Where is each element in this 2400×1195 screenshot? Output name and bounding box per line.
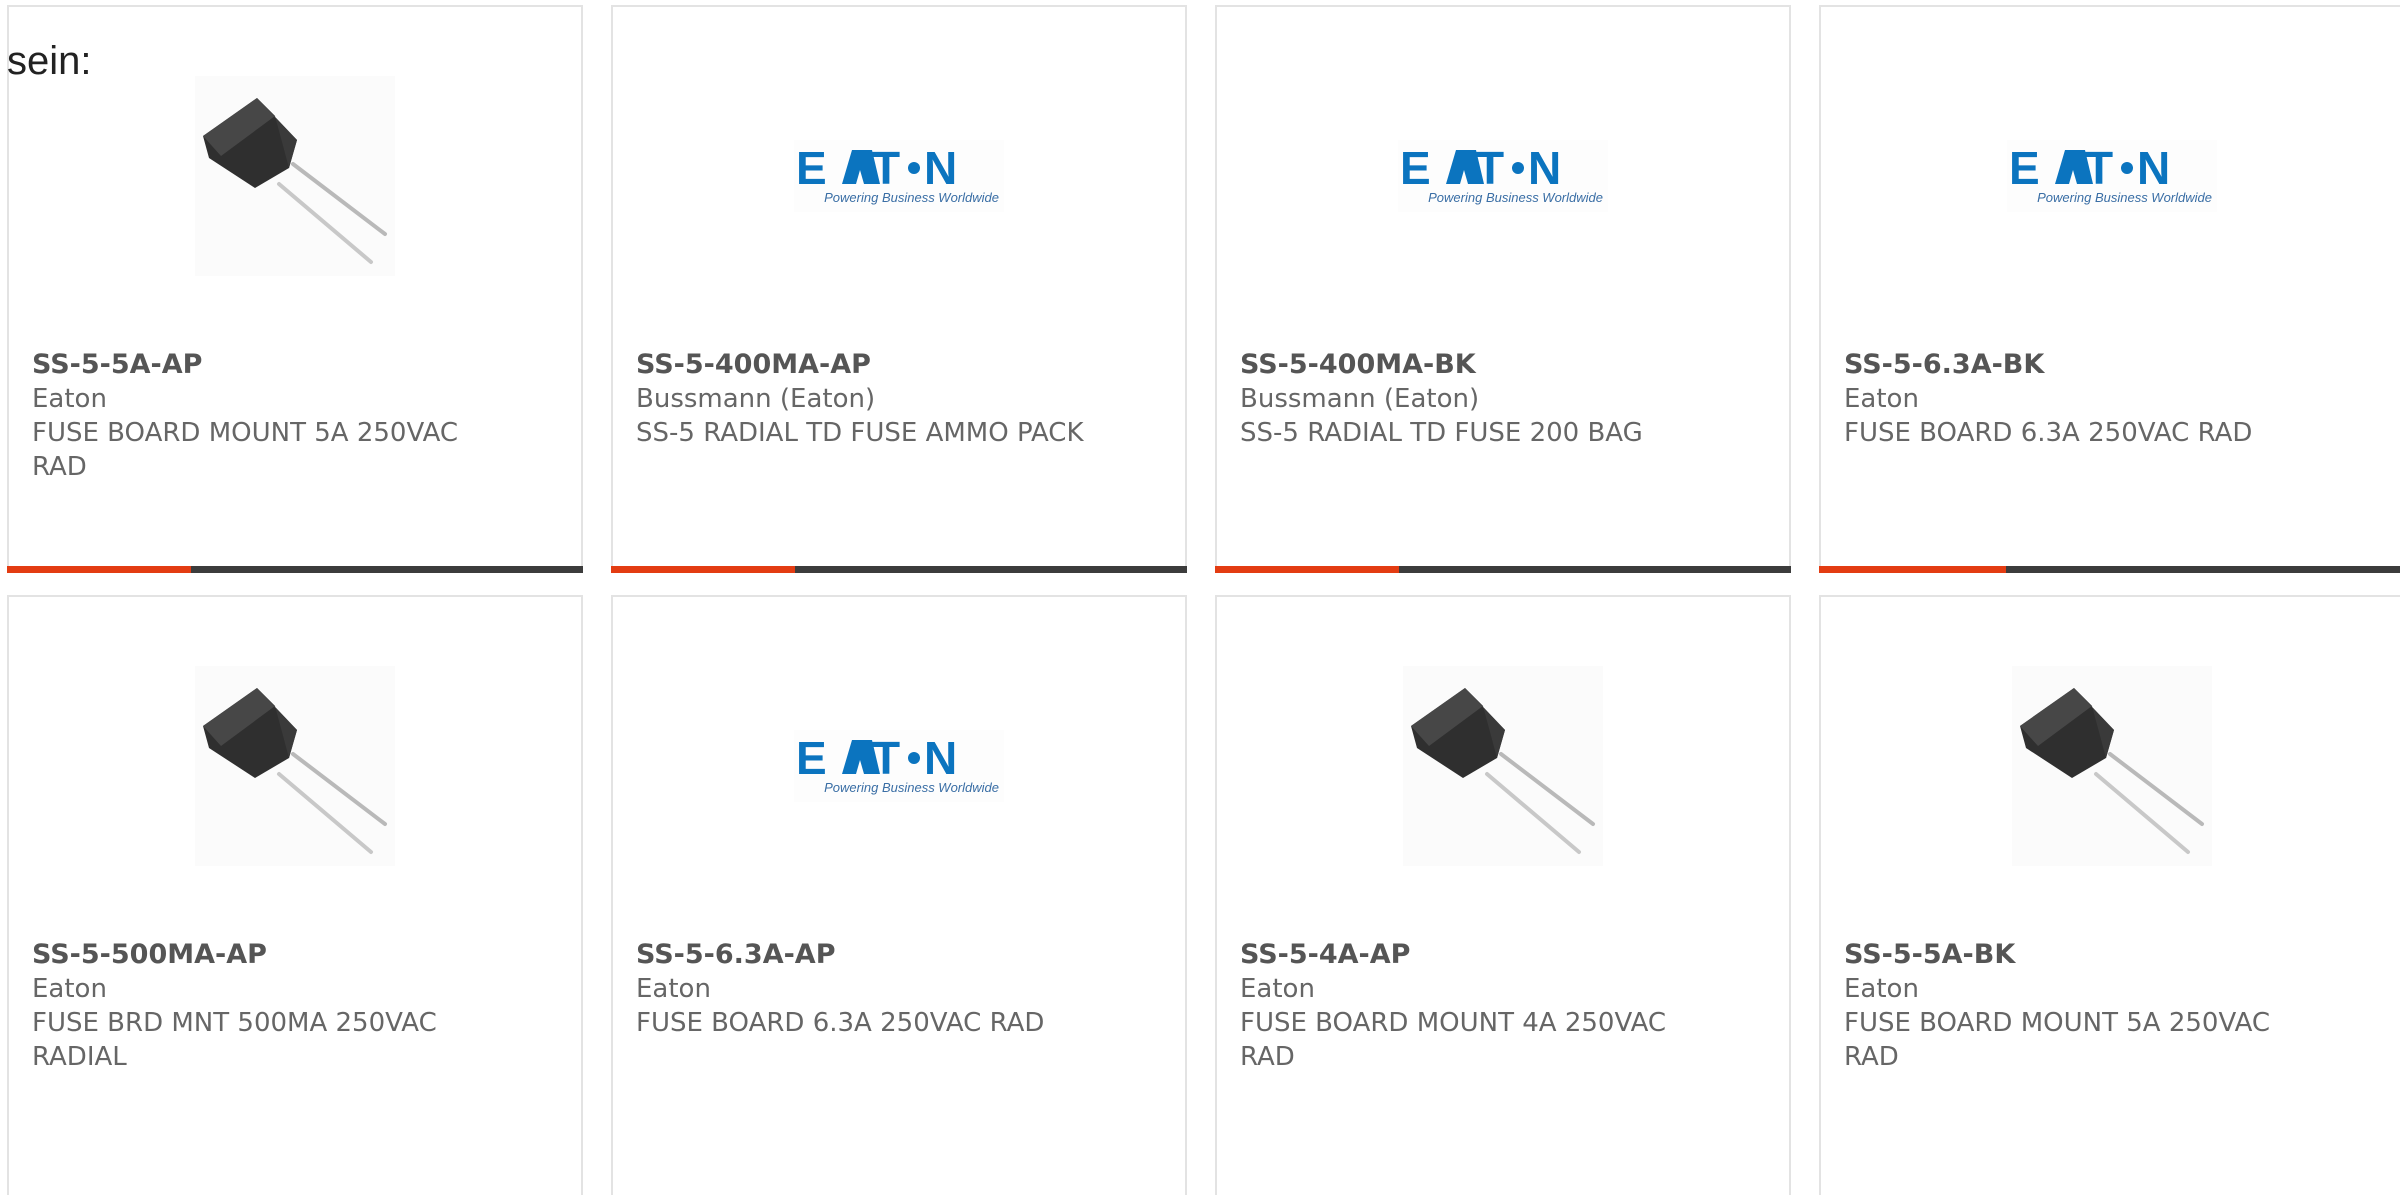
manufacturer: Eaton <box>1240 974 1315 1004</box>
part-number: SS-5-6.3A-AP <box>636 939 836 970</box>
product-card[interactable]: E T N Powering Business Worldwide SS-5-400M… <box>611 5 1187 573</box>
product-description: FUSE BOARD MOUNT 5A 250VAC RAD <box>1844 1008 2271 1072</box>
svg-text:Powering Business Worldwide: Powering Business Worldwide <box>2037 190 2212 205</box>
eaton-logo: E T NPowering Business Worldwide <box>2006 140 2217 212</box>
part-number: SS-5-400MA-BK <box>1240 349 1476 380</box>
svg-text:T: T <box>872 142 900 194</box>
progress-bar <box>1215 566 1791 573</box>
product-card[interactable]: E T N Powering Business Worldwide SS-5-6.3A… <box>1819 5 2400 573</box>
product-grid: SS-5-5A-AP Eaton FUSE BOARD MOUNT 5A 250… <box>7 5 2400 1195</box>
manufacturer: Eaton <box>32 384 107 414</box>
eaton-logo: E T NPowering Business Worldwide <box>794 140 1004 212</box>
product-card[interactable]: SS-5-5A-BK Eaton FUSE BOARD MOUNT 5A 250… <box>1819 595 2400 1195</box>
svg-text:T: T <box>872 732 900 784</box>
product-image: E T N Powering Business Worldwide <box>613 655 1185 877</box>
manufacturer: Eaton <box>1844 384 1919 414</box>
product-description: FUSE BRD MNT 500MA 250VAC RADIAL <box>32 1008 437 1072</box>
part-number: SS-5-4A-AP <box>1240 939 1411 970</box>
manufacturer: Bussmann (Eaton) <box>1240 384 1480 414</box>
part-number: SS-5-5A-BK <box>1844 939 2016 970</box>
part-number: SS-5-6.3A-BK <box>1844 349 2045 380</box>
product-description: SS-5 RADIAL TD FUSE 200 BAG <box>1240 418 1643 448</box>
part-number: SS-5-5A-AP <box>32 349 203 380</box>
svg-text:Powering Business Worldwide: Powering Business Worldwide <box>824 190 999 205</box>
part-number: SS-5-400MA-AP <box>636 349 871 380</box>
eaton-logo: E T NPowering Business Worldwide <box>794 730 1004 802</box>
manufacturer: Eaton <box>32 974 107 1004</box>
product-image <box>9 655 581 877</box>
progress-bar <box>7 566 583 573</box>
product-image: E T N Powering Business Worldwide <box>1217 65 1789 287</box>
manufacturer: Bussmann (Eaton) <box>636 384 876 414</box>
product-card[interactable]: SS-5-5A-AP Eaton FUSE BOARD MOUNT 5A 250… <box>7 5 583 573</box>
svg-text:E: E <box>1400 142 1431 194</box>
product-card[interactable]: E T N Powering Business Worldwide SS-5-400M… <box>1215 5 1791 573</box>
section-heading: sein: <box>7 39 92 83</box>
part-number: SS-5-500MA-AP <box>32 939 267 970</box>
product-image: E T N Powering Business Worldwide <box>613 65 1185 287</box>
svg-text:N: N <box>924 732 957 784</box>
fuse-icon <box>2011 666 2212 866</box>
product-image: E T N Powering Business Worldwide <box>1821 65 2400 287</box>
svg-text:N: N <box>2137 142 2170 194</box>
progress-fill <box>1215 566 1400 573</box>
fuse-icon <box>195 76 395 276</box>
progress-fill <box>1819 566 2007 573</box>
eaton-logo: E T NPowering Business Worldwide <box>1398 140 1608 212</box>
fuse-icon <box>1403 666 1603 866</box>
progress-bar <box>1819 566 2400 573</box>
svg-text:T: T <box>1476 142 1504 194</box>
manufacturer: Eaton <box>636 974 711 1004</box>
svg-text:N: N <box>924 142 957 194</box>
fuse-icon <box>195 666 395 866</box>
product-description: SS-5 RADIAL TD FUSE AMMO PACK <box>636 418 1084 448</box>
svg-text:N: N <box>1528 142 1561 194</box>
product-card[interactable]: SS-5-500MA-AP Eaton FUSE BRD MNT 500MA 2… <box>7 595 583 1195</box>
product-description: FUSE BOARD 6.3A 250VAC RAD <box>1844 418 2253 448</box>
progress-fill <box>611 566 796 573</box>
product-description: FUSE BOARD MOUNT 4A 250VAC RAD <box>1240 1008 1667 1072</box>
product-image <box>1821 655 2400 877</box>
product-description: FUSE BOARD MOUNT 5A 250VAC RAD <box>32 418 459 482</box>
product-image <box>9 65 581 287</box>
progress-bar <box>611 566 1187 573</box>
svg-text:Powering Business Worldwide: Powering Business Worldwide <box>824 780 999 795</box>
svg-text:E: E <box>796 142 827 194</box>
progress-fill <box>7 566 192 573</box>
product-description: FUSE BOARD 6.3A 250VAC RAD <box>636 1008 1045 1038</box>
manufacturer: Eaton <box>1844 974 1919 1004</box>
svg-text:Powering Business Worldwide: Powering Business Worldwide <box>1428 190 1603 205</box>
product-card[interactable]: SS-5-4A-AP Eaton FUSE BOARD MOUNT 4A 250… <box>1215 595 1791 1195</box>
product-image <box>1217 655 1789 877</box>
svg-text:E: E <box>796 732 827 784</box>
svg-text:E: E <box>2009 142 2040 194</box>
svg-text:T: T <box>2085 142 2113 194</box>
product-card[interactable]: E T N Powering Business Worldwide SS-5-6.3A… <box>611 595 1187 1195</box>
